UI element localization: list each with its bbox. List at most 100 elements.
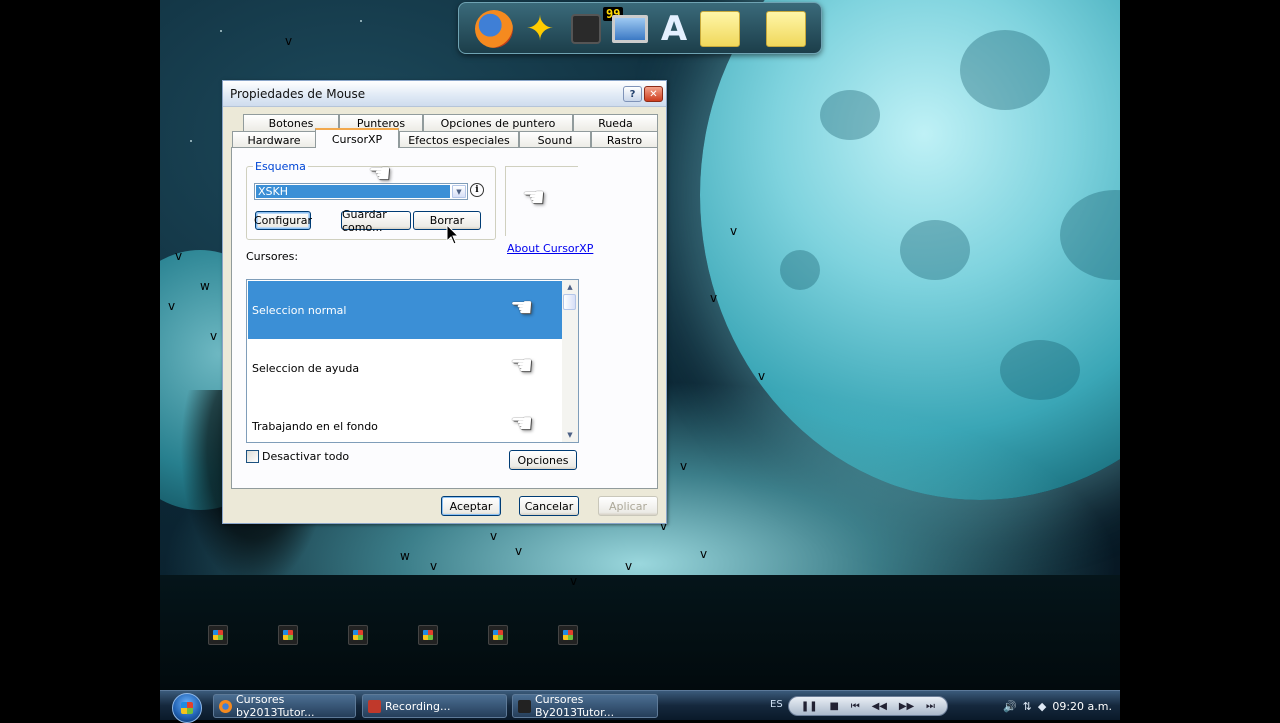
about-cursorxp-link[interactable]: About CursorXP — [507, 242, 593, 255]
window-icon — [518, 700, 531, 713]
tab-rastro[interactable]: Rastro — [591, 131, 658, 148]
star — [190, 140, 192, 142]
mouse-properties-window: Propiedades de Mouse ? ✕ Botones Puntero… — [222, 80, 667, 524]
bird: v — [175, 249, 183, 263]
bird: v — [680, 459, 688, 473]
folder-icon[interactable] — [765, 8, 807, 50]
list-item[interactable]: Trabajando en el fondo ☚ — [248, 397, 563, 442]
list-item[interactable]: Seleccion de ayuda ☚ — [248, 339, 563, 397]
disable-all-checkbox[interactable] — [246, 450, 259, 463]
bird: v — [710, 291, 718, 305]
language-indicator[interactable]: ES — [770, 699, 783, 710]
bird: w — [200, 279, 210, 293]
scroll-down-icon[interactable]: ▼ — [562, 428, 578, 442]
apply-button[interactable]: Aplicar — [598, 496, 658, 516]
disable-all-label: Desactivar todo — [262, 450, 350, 463]
desktop-shortcut-icon[interactable] — [558, 625, 578, 645]
bird: v — [758, 369, 766, 383]
system-tray: 🔊 ⇅ ◆ 09:20 a.m. — [970, 694, 1120, 718]
chevron-down-icon[interactable]: ▼ — [452, 185, 466, 198]
desktop-shortcut-icon[interactable] — [488, 625, 508, 645]
info-icon[interactable]: i — [470, 183, 484, 197]
list-item[interactable]: Seleccion normal ☚ — [248, 281, 563, 339]
previous-icon[interactable]: ⏮ — [851, 701, 860, 712]
close-button[interactable]: ✕ — [644, 86, 663, 102]
skeleton-hand-cursor-icon: ☚ — [510, 409, 534, 439]
scheme-select[interactable]: XSKH ▼ — [254, 183, 468, 200]
firefox-icon — [219, 700, 232, 713]
bird: v — [285, 34, 293, 48]
network-icon[interactable]: ⇅ — [1023, 700, 1032, 713]
shield-icon[interactable]: ◆ — [1038, 700, 1046, 713]
taskbar-item[interactable]: Recording... — [362, 694, 507, 718]
pause-icon[interactable]: ❚❚ — [801, 701, 818, 712]
taskbar-item-label: Cursores By2013Tutor... — [535, 693, 615, 719]
tab-cursorxp[interactable]: CursorXP — [315, 128, 399, 148]
tab-rueda[interactable]: Rueda — [573, 114, 658, 131]
tab-opciones-de-puntero[interactable]: Opciones de puntero — [423, 114, 573, 131]
folder-icon[interactable] — [699, 8, 741, 50]
options-button[interactable]: Opciones — [509, 450, 577, 470]
stop-icon[interactable]: ■ — [830, 701, 839, 712]
bird: v — [168, 299, 176, 313]
cursor-item-label: Trabajando en el fondo — [252, 419, 378, 433]
forward-icon[interactable]: ▶▶ — [899, 701, 914, 712]
desktop-shortcut-icon[interactable] — [348, 625, 368, 645]
clock[interactable]: 09:20 a.m. — [1052, 700, 1112, 713]
ok-button[interactable]: Aceptar — [441, 496, 501, 516]
recording-icon — [368, 700, 381, 713]
desktop-shortcut-icon[interactable] — [278, 625, 298, 645]
scroll-thumb[interactable] — [563, 294, 576, 310]
app-a-icon[interactable]: A — [653, 8, 695, 50]
dock: ✦ 99 A — [458, 2, 822, 54]
star-app-icon[interactable]: ✦ — [519, 8, 561, 50]
desktop-shortcut-icon[interactable] — [208, 625, 228, 645]
bird: v — [210, 329, 218, 343]
tab-panel-cursorxp: Esquema XSKH ▼ i ☚ Configurar Guardar co… — [231, 147, 658, 489]
cursor-list[interactable]: Seleccion normal ☚ Seleccion de ayuda ☚ … — [246, 279, 579, 443]
save-as-button[interactable]: Guardar como... — [341, 208, 411, 234]
tab-hardware[interactable]: Hardware — [232, 131, 316, 148]
taskbar-item-label: Recording... — [385, 699, 451, 713]
desktop-shortcut-icon[interactable] — [418, 625, 438, 645]
next-icon[interactable]: ⏭ — [926, 701, 935, 712]
taskbar: Cursores by2013Tutor... Recording... Cur… — [160, 690, 1120, 723]
monitor-icon[interactable] — [609, 8, 651, 50]
cursor-item-label: Seleccion normal — [252, 303, 347, 317]
scheme-group-label: Esquema — [253, 160, 308, 173]
skeleton-hand-cursor-icon: ☚ — [510, 351, 534, 381]
scheme-select-value: XSKH — [256, 185, 450, 198]
taskbar-item[interactable]: Cursores By2013Tutor... — [512, 693, 658, 719]
star — [360, 20, 362, 22]
firefox-icon[interactable] — [473, 8, 515, 50]
mouse-pointer-icon — [446, 224, 460, 245]
bird: w — [400, 549, 410, 563]
cursors-label: Cursores: — [246, 250, 299, 263]
camcorder-icon[interactable] — [565, 8, 607, 50]
skeleton-hand-cursor-icon: ☚ — [510, 293, 534, 323]
star — [220, 30, 222, 32]
bird: v — [625, 559, 633, 573]
scroll-up-icon[interactable]: ▲ — [562, 280, 578, 294]
volume-icon[interactable]: 🔊 — [1003, 700, 1017, 713]
bird: v — [515, 544, 523, 558]
taskbar-item[interactable]: Cursores by2013Tutor... — [213, 693, 356, 719]
bird: v — [490, 529, 498, 543]
title-bar[interactable]: Propiedades de Mouse — [223, 81, 666, 107]
bird: v — [700, 547, 708, 561]
bird: v — [730, 224, 738, 238]
tab-sound[interactable]: Sound — [519, 131, 591, 148]
taskbar-item-label: Cursores by2013Tutor... — [236, 693, 315, 719]
configure-button[interactable]: Configurar — [254, 211, 312, 230]
bird: v — [570, 574, 578, 588]
cursor-preview: ☚ — [505, 166, 578, 236]
bird: v — [430, 559, 438, 573]
rewind-icon[interactable]: ◀◀ — [872, 701, 887, 712]
cancel-button[interactable]: Cancelar — [519, 496, 579, 516]
cursor-item-label: Seleccion de ayuda — [252, 361, 360, 375]
tab-efectos-especiales[interactable]: Efectos especiales — [399, 131, 519, 148]
list-scrollbar[interactable]: ▲ ▼ — [562, 280, 578, 442]
start-button[interactable] — [172, 693, 202, 723]
help-button[interactable]: ? — [623, 86, 642, 102]
preview-cursor-icon: ☚ — [522, 183, 546, 213]
